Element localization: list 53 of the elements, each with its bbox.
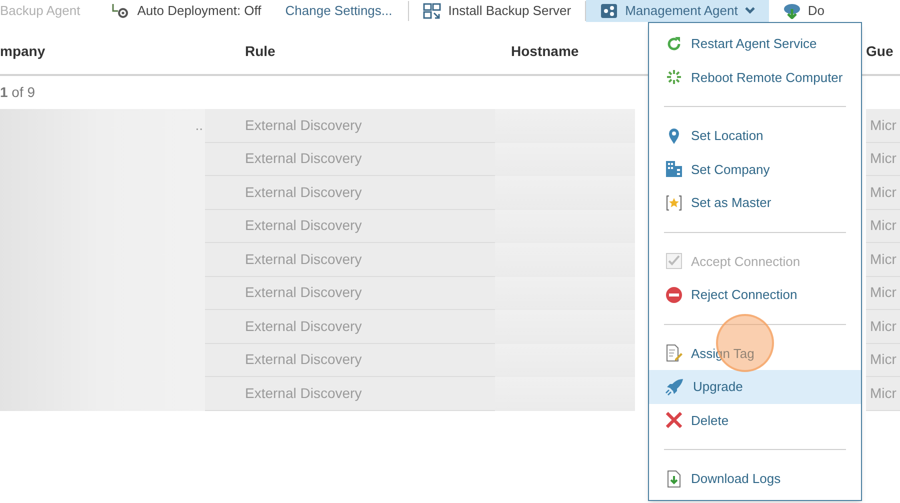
- menu-item[interactable]: Reboot Remote Computer: [649, 60, 861, 94]
- table-cell: Micr: [866, 210, 900, 243]
- page-indicator: 1 of 9: [0, 83, 36, 102]
- toolbar-button[interactable]: Management Agent: [586, 0, 769, 22]
- document-pencil-icon: [665, 344, 683, 362]
- table-cell: External Discovery: [205, 310, 495, 344]
- table-cell: Micr: [866, 243, 900, 276]
- column-header[interactable]: Gue: [866, 40, 900, 62]
- no-entry-icon: [665, 286, 683, 304]
- document-download-icon: [665, 470, 683, 488]
- menu-item[interactable]: Download Logs: [649, 462, 861, 496]
- x-icon: [665, 411, 683, 430]
- toolbar-button[interactable]: Auto Deployment: Off: [112, 0, 270, 22]
- table-cell: External Discovery: [205, 276, 495, 310]
- table-cell: External Discovery: [205, 377, 495, 410]
- menu-item[interactable]: Set Location: [649, 119, 861, 152]
- toolbar-button[interactable]: Install Backup Server: [409, 0, 586, 22]
- menu-item[interactable]: Reject Connection: [649, 278, 861, 312]
- restart-icon: [665, 34, 683, 53]
- cloud-download-icon: [782, 3, 801, 19]
- change-settings-link[interactable]: Change Settings...: [269, 1, 408, 21]
- chevron-down-icon: [744, 7, 755, 15]
- rocket-icon: [665, 378, 685, 396]
- table-cell: Micr: [866, 142, 900, 176]
- server-icon: [423, 3, 442, 19]
- table-cell: Micr: [866, 176, 900, 210]
- menu-item[interactable]: Delete: [649, 404, 861, 437]
- table-cell: External Discovery: [205, 109, 495, 142]
- menu-item[interactable]: Set as Master: [649, 186, 861, 220]
- column-header[interactable]: Rule: [205, 40, 495, 62]
- checkbox-icon: [665, 252, 683, 270]
- table-cell: Micr: [866, 310, 900, 344]
- table-cell: External Discovery: [205, 243, 495, 276]
- table-cell: Micr: [866, 344, 900, 377]
- table-cell: External Discovery: [205, 344, 495, 377]
- column-header[interactable]: Hostname: [495, 40, 635, 62]
- menu-item[interactable]: Set Company: [649, 152, 861, 186]
- column-header[interactable]: mpany: [0, 40, 205, 62]
- menu-item[interactable]: Upgrade: [649, 370, 861, 404]
- bracketed-star-icon: [665, 194, 683, 212]
- agent-icon: [600, 3, 618, 19]
- toolbar-button[interactable]: Do: [768, 0, 838, 22]
- table-cell: External Discovery: [205, 176, 495, 210]
- table-cell: Micr: [866, 276, 900, 310]
- table-cell: External Discovery: [205, 142, 495, 176]
- table-cell: Micr: [866, 109, 900, 142]
- table-cell: Micr: [866, 377, 900, 410]
- spinner-icon: [665, 68, 683, 86]
- gear-icon: [112, 3, 130, 19]
- table-cell-text: ..: [195, 116, 203, 136]
- table-cell: External Discovery: [205, 210, 495, 243]
- building-icon: [665, 160, 683, 178]
- menu-item[interactable]: Restart Agent Service: [649, 27, 861, 60]
